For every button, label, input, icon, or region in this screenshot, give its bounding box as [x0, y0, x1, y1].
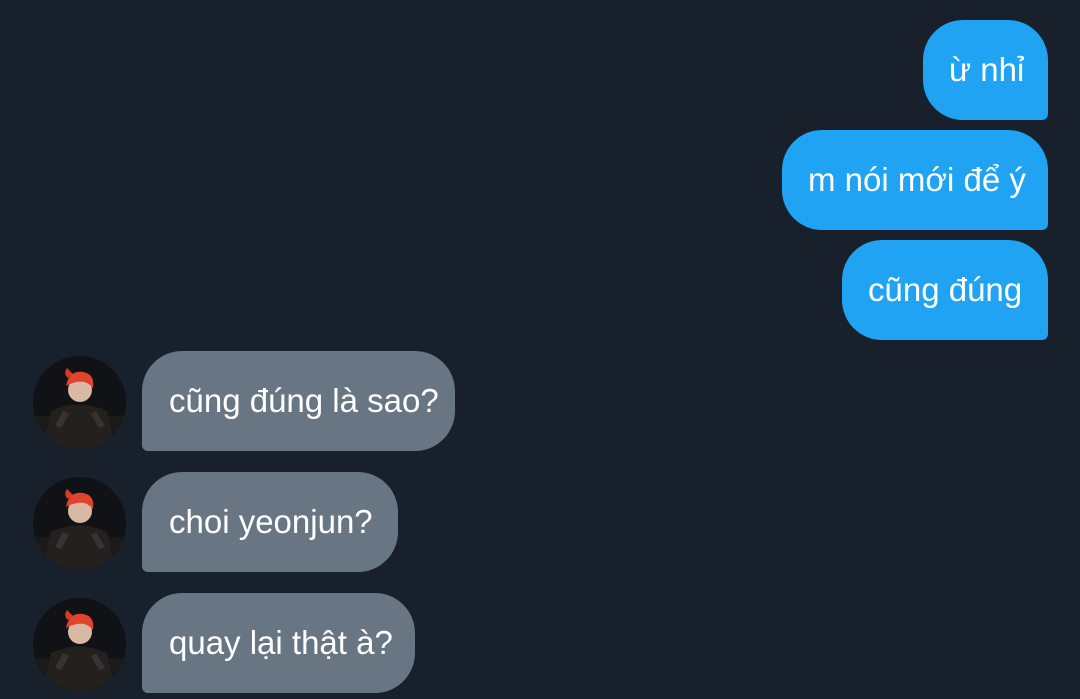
message-text: choi yeonjun?	[169, 503, 373, 540]
message-text: quay lại thật à?	[169, 624, 393, 661]
avatar-icon[interactable]	[33, 356, 126, 449]
avatar-icon[interactable]	[33, 598, 126, 691]
message-text: m nói mới để ý	[808, 161, 1026, 198]
chat-thread: ừ nhỉ m nói mới để ý cũng đúng cũng đúng…	[0, 0, 1080, 699]
received-message-bubble[interactable]: quay lại thật à?	[142, 593, 415, 693]
sent-message-bubble[interactable]: cũng đúng	[842, 240, 1048, 340]
message-text: cũng đúng là sao?	[169, 382, 439, 419]
avatar-icon[interactable]	[33, 477, 126, 570]
message-text: ừ nhỉ	[949, 51, 1025, 88]
sent-message-bubble[interactable]: ừ nhỉ	[923, 20, 1048, 120]
message-text: cũng đúng	[868, 271, 1023, 308]
sent-message-bubble[interactable]: m nói mới để ý	[782, 130, 1048, 230]
received-message-bubble[interactable]: cũng đúng là sao?	[142, 351, 455, 451]
received-message-bubble[interactable]: choi yeonjun?	[142, 472, 398, 572]
